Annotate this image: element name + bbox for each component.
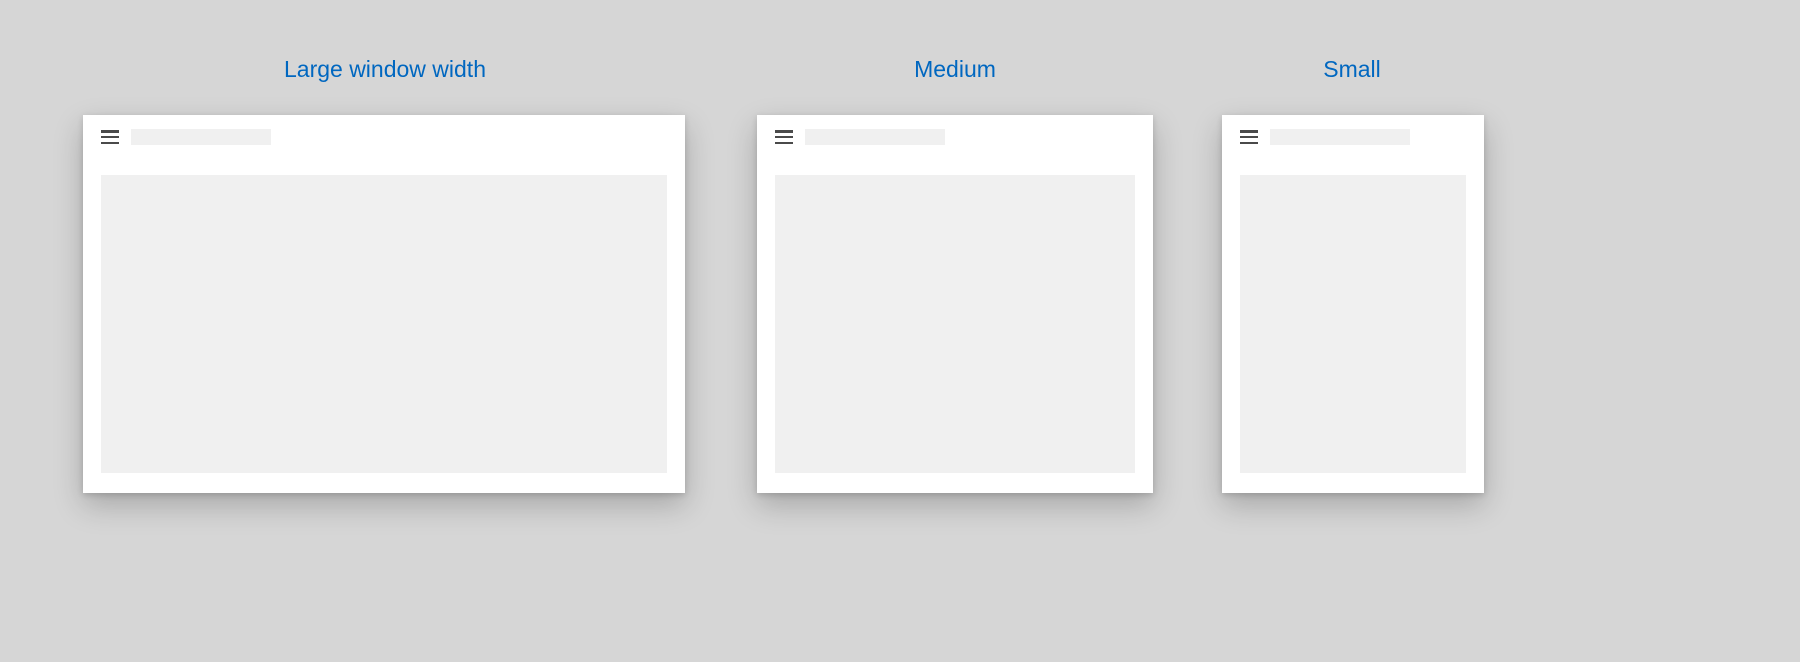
hamburger-menu-icon[interactable] — [775, 130, 793, 144]
hamburger-menu-icon[interactable] — [101, 130, 119, 144]
window-header — [1222, 115, 1484, 153]
label-small-window: Small — [1302, 56, 1402, 83]
label-large-window: Large window width — [275, 56, 495, 83]
title-placeholder — [131, 129, 271, 145]
window-header — [757, 115, 1153, 153]
window-small — [1222, 115, 1484, 493]
content-area — [101, 175, 667, 473]
content-area — [1240, 175, 1466, 473]
title-placeholder — [1270, 129, 1410, 145]
label-medium-window: Medium — [905, 56, 1005, 83]
window-medium — [757, 115, 1153, 493]
window-header — [83, 115, 685, 153]
content-area — [775, 175, 1135, 473]
window-large — [83, 115, 685, 493]
title-placeholder — [805, 129, 945, 145]
hamburger-menu-icon[interactable] — [1240, 130, 1258, 144]
